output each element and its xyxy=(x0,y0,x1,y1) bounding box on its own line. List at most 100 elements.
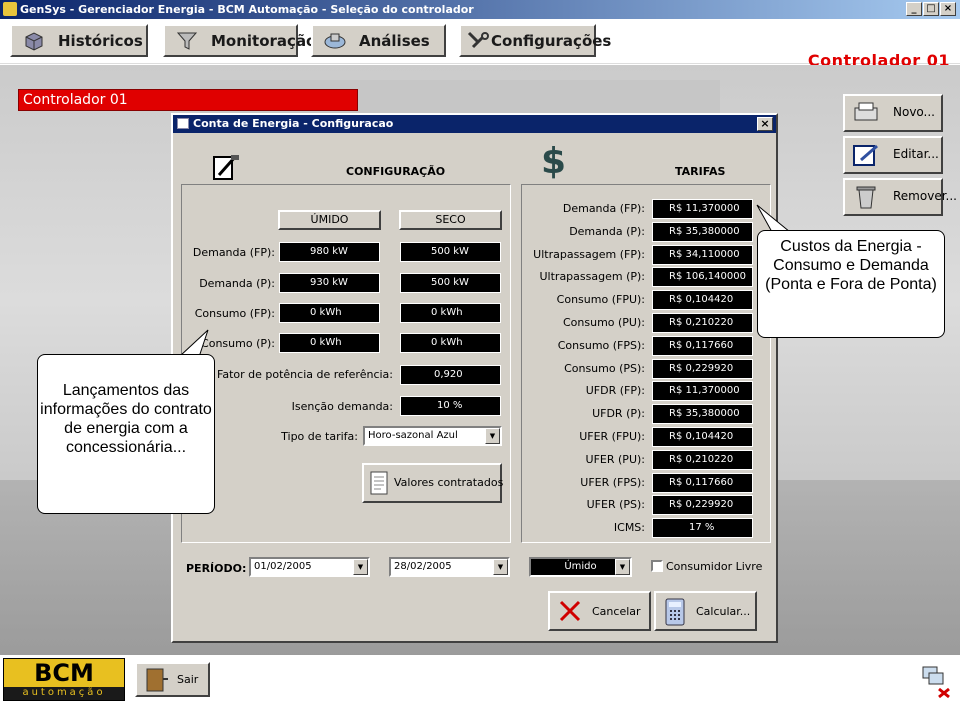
analises-label: Análises xyxy=(359,32,430,50)
logo-subtext: automação xyxy=(22,687,106,698)
logo-text: BCM xyxy=(4,659,124,687)
dry-value[interactable]: 0 kWh xyxy=(400,333,501,353)
tariff-value[interactable]: 17 % xyxy=(652,518,753,539)
tariff-value[interactable]: R$ 34,110000 xyxy=(652,244,753,265)
energy-account-dialog: Conta de Energia - Configuracao × CONFIG… xyxy=(171,113,778,643)
door-exit-icon xyxy=(146,668,168,692)
tariff-label: Consumo (PS): xyxy=(564,361,645,375)
analysis-icon xyxy=(324,33,346,49)
humid-value[interactable]: 0 kWh xyxy=(279,303,380,323)
contracted-values-button[interactable]: Valores contratados xyxy=(362,463,503,503)
edit-label: Editar... xyxy=(893,147,939,161)
calculate-button[interactable]: Calcular... xyxy=(654,591,757,631)
tariff-value[interactable]: R$ 11,370000 xyxy=(652,381,753,402)
tariff-label: UFER (PU): xyxy=(585,452,645,466)
dialog-title: Conta de Energia - Configuracao xyxy=(193,117,394,130)
tariff-value[interactable]: R$ 0,104420 xyxy=(652,290,753,311)
tariff-label: UFDR (P): xyxy=(592,407,645,421)
period-start-value: 01/02/2005 xyxy=(254,561,312,572)
minimize-button[interactable]: _ xyxy=(906,2,922,16)
exit-label: Sair xyxy=(177,673,199,686)
exit-button[interactable]: Sair xyxy=(135,662,210,697)
tariff-label: Consumo (PU): xyxy=(562,316,645,329)
tariff-label: ICMS: xyxy=(613,521,645,535)
cancel-label: Cancelar xyxy=(592,605,641,618)
power-factor-label: Fator de potência de referência: xyxy=(217,368,393,381)
footer-bar: BCM automação Sair xyxy=(0,655,960,705)
document-icon xyxy=(370,471,388,495)
calculator-icon xyxy=(665,598,685,626)
season-select[interactable]: Úmido ▼ xyxy=(529,557,632,577)
exemption-label: Isenção demanda: xyxy=(291,400,393,413)
config-row-label: Consumo (FP): xyxy=(194,307,275,320)
config-icon xyxy=(467,31,489,49)
tariff-type-label: Tipo de tarifa: xyxy=(281,430,358,443)
dry-value[interactable]: 0 kWh xyxy=(400,303,501,323)
maximize-button[interactable]: □ xyxy=(923,2,939,16)
free-consumer-checkbox[interactable] xyxy=(651,560,663,572)
calculate-label: Calcular... xyxy=(696,605,751,618)
svg-text:$: $ xyxy=(541,141,566,181)
edit-button[interactable]: Editar... xyxy=(843,136,943,174)
remove-label: Remover... xyxy=(893,189,957,203)
dry-value[interactable]: 500 kW xyxy=(400,242,501,262)
left-callout: Lançamentos das informações do contrato … xyxy=(37,354,215,514)
monitoracao-label: Monitoração xyxy=(211,32,317,50)
free-consumer-label: Consumidor Livre xyxy=(666,560,763,573)
config-header: CONFIGURAÇÃO xyxy=(346,165,446,178)
dry-value[interactable]: 500 kW xyxy=(400,273,501,293)
bcm-logo: BCM automação xyxy=(3,658,125,701)
controller-list-item[interactable]: Controlador 01 xyxy=(18,89,358,111)
tariff-value[interactable]: R$ 0,210220 xyxy=(652,449,753,470)
power-factor-value[interactable]: 0,920 xyxy=(400,365,501,385)
tariff-label: Consumo (FPS): xyxy=(557,338,645,352)
printer-icon xyxy=(854,102,878,121)
right-callout: Custos da Energia - Consumo e Demanda (P… xyxy=(757,230,945,338)
app-icon xyxy=(3,2,17,16)
tariff-value[interactable]: R$ 0,210220 xyxy=(652,313,753,333)
tariff-value[interactable]: R$ 106,140000 xyxy=(652,267,753,288)
cancel-x-icon xyxy=(559,600,581,622)
dialog-title-bar: Conta de Energia - Configuracao × xyxy=(173,115,776,133)
dialog-close-button[interactable]: × xyxy=(757,117,773,131)
tariffs-header: TARIFAS xyxy=(675,165,726,178)
configuracoes-button[interactable]: Configurações xyxy=(459,24,611,57)
tariff-label: UFDR (FP): xyxy=(585,384,645,398)
exemption-value[interactable]: 10 % xyxy=(400,396,501,416)
historicos-button[interactable]: Históricos xyxy=(10,24,148,57)
remove-button[interactable]: Remover... xyxy=(843,178,957,216)
tariff-value[interactable]: R$ 0,229920 xyxy=(652,495,753,516)
historicos-label: Históricos xyxy=(58,32,143,50)
configuracoes-label: Configurações xyxy=(491,32,612,50)
window-title-bar: GenSys - Gerenciador Energia - BCM Autom… xyxy=(0,0,960,19)
tariff-value[interactable]: R$ 0,229920 xyxy=(652,358,753,379)
analises-button[interactable]: Análises xyxy=(311,24,446,57)
new-button[interactable]: Novo... xyxy=(843,94,943,132)
humid-value[interactable]: 0 kWh xyxy=(279,333,380,353)
tariff-value[interactable]: R$ 35,380000 xyxy=(652,404,753,425)
humid-value[interactable]: 980 kW xyxy=(279,242,380,262)
period-end-select[interactable]: 28/02/2005 ▼ xyxy=(389,557,510,577)
period-start-select[interactable]: 01/02/2005 ▼ xyxy=(249,557,370,577)
config-row-label: Demanda (FP): xyxy=(192,246,275,259)
tariff-value[interactable]: R$ 0,117660 xyxy=(652,472,753,493)
monitoracao-button[interactable]: Monitoração xyxy=(163,24,316,57)
tariff-label: Consumo (FPU): xyxy=(556,293,645,307)
tariff-value[interactable]: R$ 0,117660 xyxy=(652,335,753,356)
config-row-label: Consumo (P): xyxy=(201,337,275,350)
chevron-down-icon: ▼ xyxy=(485,428,500,444)
tariff-value[interactable]: R$ 11,370000 xyxy=(652,199,753,219)
humid-value[interactable]: 930 kW xyxy=(279,273,380,293)
tariff-label: Demanda (P): xyxy=(569,224,645,238)
cancel-button[interactable]: Cancelar xyxy=(548,591,651,631)
tariff-type-select[interactable]: Horo-sazonal Azul ▼ xyxy=(363,426,502,446)
tariff-value[interactable]: R$ 35,380000 xyxy=(652,221,753,242)
close-window-button[interactable]: × xyxy=(940,2,956,16)
dialog-icon xyxy=(177,118,189,129)
tariff-value[interactable]: R$ 0,104420 xyxy=(652,427,753,447)
cube-icon xyxy=(25,32,43,51)
chevron-down-icon: ▼ xyxy=(615,559,630,575)
new-label: Novo... xyxy=(893,105,935,119)
chevron-down-icon: ▼ xyxy=(353,559,368,575)
network-disconnected-icon[interactable] xyxy=(919,665,953,699)
